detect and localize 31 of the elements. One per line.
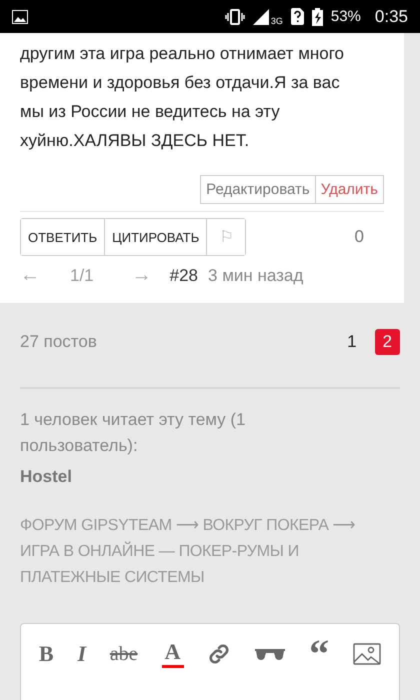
link-icon[interactable] bbox=[207, 642, 232, 666]
glasses-icon[interactable] bbox=[255, 647, 286, 661]
italic-button[interactable]: I bbox=[77, 638, 86, 670]
network-type: 3G bbox=[270, 16, 283, 26]
post-text: другим эта игра реально отнимает много времени и здоровья без отдачи.Я за вас мы из России не ведитесь на эту хуйню.ХАЛЯВЫ ЗДЕСЬ НЕТ. bbox=[20, 43, 346, 152]
page-link[interactable]: 1 bbox=[339, 329, 365, 355]
quote-button[interactable]: “ bbox=[309, 638, 330, 670]
post-number[interactable]: #28 bbox=[170, 266, 198, 286]
delete-button[interactable]: Удалить bbox=[314, 175, 384, 204]
edit-button[interactable]: Редактировать bbox=[200, 175, 316, 204]
breadcrumb-separator: ⟶ bbox=[176, 517, 199, 534]
battery-charging-icon bbox=[312, 8, 323, 26]
bold-button[interactable]: B bbox=[38, 638, 54, 670]
post-count: 27 постов bbox=[20, 332, 97, 352]
post-position: 1/1 bbox=[70, 266, 94, 286]
user-name[interactable]: Hostel bbox=[20, 467, 400, 487]
sim-icon bbox=[290, 8, 304, 25]
vibrate-icon bbox=[224, 8, 245, 24]
page-link[interactable]: 2 bbox=[374, 329, 400, 355]
image-icon bbox=[12, 10, 28, 24]
image-icon[interactable] bbox=[352, 643, 381, 665]
post-time: 3 мин назад bbox=[208, 266, 304, 286]
strike-button[interactable]: abe bbox=[110, 638, 138, 670]
breadcrumb-separator: ⟶ bbox=[332, 517, 356, 534]
battery-level: 53% bbox=[330, 8, 361, 25]
readers-text: 1 человек читает эту тему (1 пользователь): bbox=[20, 409, 247, 457]
reply-button[interactable]: ОТВЕТИТЬ bbox=[21, 219, 106, 255]
clock: 0:35 bbox=[374, 6, 408, 26]
signal-icon bbox=[252, 8, 269, 24]
like-count: 0 bbox=[354, 227, 364, 247]
text-color-button[interactable]: A bbox=[162, 638, 184, 670]
